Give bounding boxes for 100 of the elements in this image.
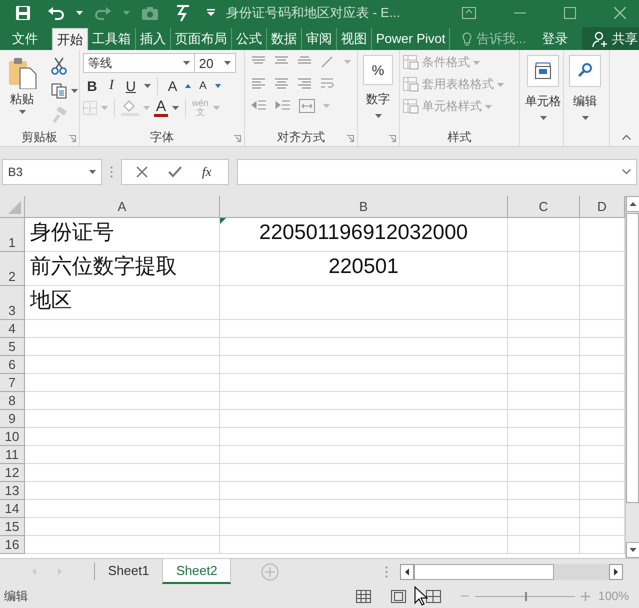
row-header[interactable]: 9 <box>0 410 25 428</box>
table-cell[interactable] <box>220 518 508 536</box>
row-header[interactable]: 16 <box>0 536 25 554</box>
scroll-right-button[interactable] <box>609 564 623 580</box>
search-button[interactable] <box>569 55 601 88</box>
column-header[interactable]: A <box>25 196 220 218</box>
table-cell[interactable] <box>25 338 220 356</box>
launcher-icon[interactable] <box>347 135 354 142</box>
table-cell[interactable] <box>508 374 580 392</box>
table-cell[interactable]: 前六位数字提取 <box>25 252 220 286</box>
row-header[interactable]: 11 <box>0 446 25 464</box>
table-cell[interactable] <box>508 518 580 536</box>
lightning-button[interactable] <box>175 4 191 22</box>
table-cell[interactable] <box>508 464 580 482</box>
table-cell[interactable] <box>508 410 580 428</box>
table-cell[interactable] <box>25 482 220 500</box>
zoom-slider-thumb[interactable] <box>525 592 528 601</box>
table-cell[interactable] <box>220 338 508 356</box>
row-header[interactable]: 15 <box>0 518 25 536</box>
button-label[interactable]: 数字 <box>366 91 390 108</box>
align-center-icon[interactable] <box>274 77 289 92</box>
table-cell[interactable] <box>508 392 580 410</box>
customize-button[interactable] <box>207 9 215 18</box>
page-break-icon[interactable] <box>426 590 442 603</box>
bold-button[interactable]: B <box>83 78 102 94</box>
button-label[interactable]: 编辑 <box>573 93 597 110</box>
cells-button[interactable] <box>527 55 559 88</box>
table-cell[interactable] <box>508 338 580 356</box>
page-layout-icon[interactable] <box>391 590 406 603</box>
table-cell[interactable] <box>25 518 220 536</box>
table-cell[interactable] <box>220 446 508 464</box>
align-right-icon[interactable] <box>297 77 312 92</box>
column-header[interactable]: C <box>508 196 580 218</box>
table-cell[interactable] <box>508 482 580 500</box>
table-cell[interactable] <box>220 356 508 374</box>
table-cell[interactable] <box>25 464 220 482</box>
row-header[interactable]: 4 <box>0 320 25 338</box>
fill-color-icon[interactable] <box>121 100 139 116</box>
merge-cells-icon[interactable] <box>299 99 315 114</box>
launcher-icon[interactable] <box>389 135 396 142</box>
cut-icon[interactable] <box>51 57 67 76</box>
ribbon-tab[interactable]: 文件 <box>0 28 52 50</box>
italic-button[interactable]: I <box>105 78 118 94</box>
table-cell[interactable] <box>25 446 220 464</box>
sign-in-link[interactable]: 登录 <box>532 28 582 50</box>
row-header[interactable]: 12 <box>0 464 25 482</box>
table-cell[interactable] <box>25 392 220 410</box>
copy-icon[interactable] <box>51 83 67 100</box>
launcher-icon[interactable] <box>69 135 76 142</box>
borders-icon[interactable] <box>83 101 97 116</box>
font-color-button[interactable]: A <box>154 100 168 117</box>
row-header[interactable]: 13 <box>0 482 25 500</box>
sheet-tab[interactable]: Sheet1 <box>95 559 162 584</box>
table-cell[interactable] <box>508 218 580 252</box>
grow-font-button[interactable]: A <box>164 78 182 94</box>
row-header[interactable]: 2 <box>0 252 25 286</box>
close-button[interactable] <box>614 7 626 20</box>
button-label[interactable]: 单元格 <box>525 93 561 110</box>
row-header[interactable]: 8 <box>0 392 25 410</box>
table-cell[interactable] <box>508 500 580 518</box>
table-cell[interactable] <box>508 252 580 286</box>
table-cell[interactable]: 地区 <box>25 286 220 320</box>
ribbon-display-button[interactable] <box>462 7 476 20</box>
font-size-field[interactable]: 20 <box>194 53 236 74</box>
save-button[interactable] <box>15 5 31 22</box>
add-sheet-icon[interactable] <box>261 562 280 581</box>
scroll-down-button[interactable] <box>626 542 639 558</box>
align-left-icon[interactable] <box>251 77 266 92</box>
table-cell[interactable] <box>220 320 508 338</box>
expand-caret-icon[interactable] <box>622 169 631 174</box>
table-cell[interactable]: 220501196912032000 <box>220 218 508 252</box>
row-header[interactable]: 14 <box>0 500 25 518</box>
table-cell[interactable] <box>220 500 508 518</box>
scroll-up-button[interactable] <box>626 196 639 212</box>
maximize-button[interactable] <box>564 7 576 20</box>
row-header[interactable]: 7 <box>0 374 25 392</box>
camera-button[interactable] <box>141 6 159 20</box>
table-cell[interactable] <box>508 356 580 374</box>
paste-button[interactable]: 粘贴 <box>3 53 41 128</box>
check-icon[interactable] <box>168 166 182 178</box>
shrink-font-button[interactable]: A <box>195 80 211 92</box>
ribbon-tab[interactable]: 开始 <box>52 28 88 50</box>
select-all-icon[interactable] <box>7 200 21 214</box>
cancel-icon[interactable] <box>136 166 148 178</box>
number-format-button[interactable]: % <box>363 55 393 86</box>
table-cell[interactable] <box>220 536 508 554</box>
table-cell[interactable] <box>508 446 580 464</box>
table-cell[interactable] <box>25 374 220 392</box>
format-painter-icon[interactable] <box>51 107 67 124</box>
zoom-in-icon[interactable] <box>581 592 590 601</box>
table-cell[interactable]: 身份证号 <box>25 218 220 252</box>
row-header[interactable]: 5 <box>0 338 25 356</box>
table-cell[interactable] <box>25 428 220 446</box>
table-cell[interactable] <box>508 428 580 446</box>
row-header[interactable]: 10 <box>0 428 25 446</box>
zoom-out-icon[interactable] <box>461 595 470 598</box>
table-cell[interactable] <box>25 356 220 374</box>
row-header[interactable]: 6 <box>0 356 25 374</box>
table-cell[interactable] <box>508 536 580 554</box>
formula-input[interactable] <box>237 158 637 185</box>
